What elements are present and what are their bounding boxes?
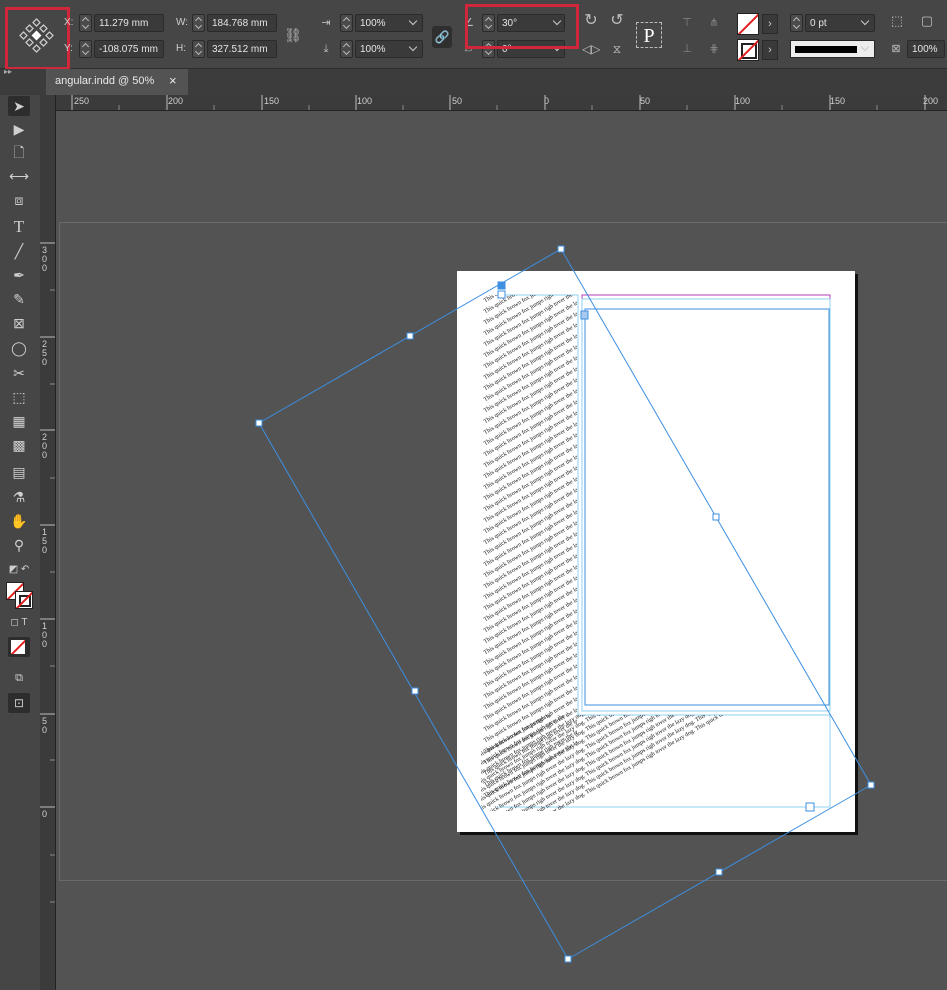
document-tab[interactable]: angular.indd @ 50% × <box>46 69 188 95</box>
page-tool-icon[interactable]: 🗋 <box>8 142 30 162</box>
highlight-reference-point <box>5 7 70 70</box>
rectangle-frame-tool-icon[interactable]: ⊠ <box>8 313 30 333</box>
tools-panel: ➤ ▶ 🗋 ⟷ ⧈ T ╱ ✒ ✎ ⊠ ◯ ✂ ⬚ ▦ ▩ ▤ ⚗ ✋ ⚲ ◩ … <box>0 95 41 990</box>
control-panel: X: 11.279 mm Y: -108.075 mm W: 184.768 m… <box>0 0 947 70</box>
horizontal-ruler-ticks <box>71 95 926 110</box>
highlight-rotation <box>465 4 579 49</box>
pasteboard-bleed-left <box>59 222 60 881</box>
opacity-field[interactable]: 100% <box>907 40 945 58</box>
stroke-style-dropdown-icon[interactable] <box>860 44 870 54</box>
stroke-weight-stepper[interactable] <box>790 14 803 32</box>
pasteboard-bleed-top <box>60 222 947 223</box>
link-scale-icon[interactable]: 🔗 <box>432 26 452 48</box>
pencil-tool-icon[interactable]: ✎ <box>8 289 30 309</box>
ellipse-tool-icon[interactable]: ◯ <box>8 338 30 358</box>
zoom-tool-icon[interactable]: ⚲ <box>8 535 30 555</box>
scale-x-dropdown-icon[interactable] <box>408 18 418 28</box>
scissors-tool-icon[interactable]: ✂ <box>8 363 30 383</box>
document-page[interactable]: This quick brown fox jumps righ tover th… <box>457 271 855 832</box>
view-mode-icon[interactable]: ⧉ <box>8 668 30 688</box>
w-label: W: <box>176 17 189 28</box>
default-colors-icon[interactable]: ◩ ↶ <box>8 560 30 580</box>
stroke-menu-icon[interactable]: › <box>762 40 778 60</box>
flip-vertical-icon[interactable]: ⧖ <box>608 40 626 58</box>
ruler-corner[interactable] <box>40 95 56 111</box>
angled-text-bottom[interactable]: This quick brown fox jumps righ tover th… <box>481 715 831 811</box>
selection-tool-icon[interactable]: ➤ <box>8 96 30 116</box>
h-field[interactable]: 327.512 mm <box>207 40 277 58</box>
hand-tool-icon[interactable]: ✋ <box>8 511 30 531</box>
scale-y-icon: ⤓ <box>323 43 329 55</box>
pasteboard-bleed-bottom <box>60 880 947 881</box>
constrain-proportions-icon[interactable]: ⛓ <box>284 26 302 44</box>
vertical-ruler-ticks <box>40 242 55 903</box>
stroke-swatch-icon[interactable] <box>737 39 759 61</box>
stroke-weight-dropdown-icon[interactable] <box>860 18 870 28</box>
w-stepper[interactable] <box>192 14 205 32</box>
fill-swatch-icon[interactable] <box>737 13 759 35</box>
distribute-icon[interactable]: ⋔ <box>704 14 724 32</box>
y-stepper[interactable] <box>79 40 92 58</box>
content-collector-icon[interactable]: ⧈ <box>8 190 30 210</box>
y-label: Y: <box>64 43 73 54</box>
vertical-ruler[interactable]: 300 250 200 150 100 50 0 <box>40 110 56 990</box>
selection-handle-top[interactable] <box>556 244 566 254</box>
w-field[interactable]: 184.768 mm <box>207 14 277 32</box>
frame-fitting-icon[interactable]: ⬚ <box>888 12 906 30</box>
rotate-clockwise-icon[interactable]: ↻ <box>582 12 600 30</box>
gradient-swatch-tool-icon[interactable]: ▦ <box>8 411 30 431</box>
distribute-horizontal-icon[interactable]: ⋕ <box>704 40 724 58</box>
x-field[interactable]: 11.279 mm <box>94 14 164 32</box>
panel-collapse-icon[interactable]: ▸▸ <box>4 67 12 76</box>
selection-handle-bottom[interactable] <box>563 954 573 964</box>
align-bottom-icon[interactable]: ⊥ <box>678 40 696 58</box>
x-label: X: <box>64 17 74 28</box>
type-tool-icon[interactable]: T <box>8 217 30 237</box>
selection-handle-right[interactable] <box>866 780 876 790</box>
fill-stroke-icon[interactable] <box>6 582 34 610</box>
opacity-icon: ⊠ <box>891 43 901 55</box>
direct-selection-tool-icon[interactable]: ▶ <box>8 119 30 139</box>
note-tool-icon[interactable]: ▤ <box>8 462 30 482</box>
y-field[interactable]: -108.075 mm <box>94 40 164 58</box>
scale-x-stepper[interactable] <box>340 14 353 32</box>
selection-handle-left[interactable] <box>254 418 264 428</box>
line-tool-icon[interactable]: ╱ <box>8 241 30 261</box>
scale-y-stepper[interactable] <box>340 40 353 58</box>
gradient-feather-tool-icon[interactable]: ▩ <box>8 435 30 455</box>
formatting-affects-icon[interactable]: ◻ T <box>8 613 30 633</box>
align-top-icon[interactable]: ⊤ <box>678 14 696 32</box>
free-transform-tool-icon[interactable]: ⬚ <box>8 387 30 407</box>
eyedropper-tool-icon[interactable]: ⚗ <box>8 487 30 507</box>
screen-mode-icon[interactable]: ⊡ <box>8 693 30 713</box>
rotate-counterclockwise-icon[interactable]: ↺ <box>608 12 626 30</box>
x-stepper[interactable] <box>79 14 92 32</box>
document-tab-title: angular.indd @ 50% <box>55 75 155 87</box>
scale-y-dropdown-icon[interactable] <box>408 44 418 54</box>
close-tab-icon[interactable]: × <box>169 73 177 88</box>
scale-x-icon: ⇥ <box>321 17 331 29</box>
corner-options-icon[interactable]: ▢ <box>918 12 936 30</box>
paragraph-p-icon[interactable]: P <box>636 22 662 48</box>
h-label: H: <box>176 43 186 54</box>
pen-tool-icon[interactable]: ✒ <box>8 265 30 285</box>
fill-menu-icon[interactable]: › <box>762 14 778 34</box>
gap-tool-icon[interactable]: ⟷ <box>8 166 30 186</box>
h-stepper[interactable] <box>192 40 205 58</box>
apply-none-icon[interactable] <box>8 637 30 657</box>
horizontal-ruler[interactable]: 250 200 150 100 50 0 50 100 150 200 <box>40 95 947 111</box>
flip-horizontal-icon[interactable]: ◁▷ <box>582 40 600 58</box>
